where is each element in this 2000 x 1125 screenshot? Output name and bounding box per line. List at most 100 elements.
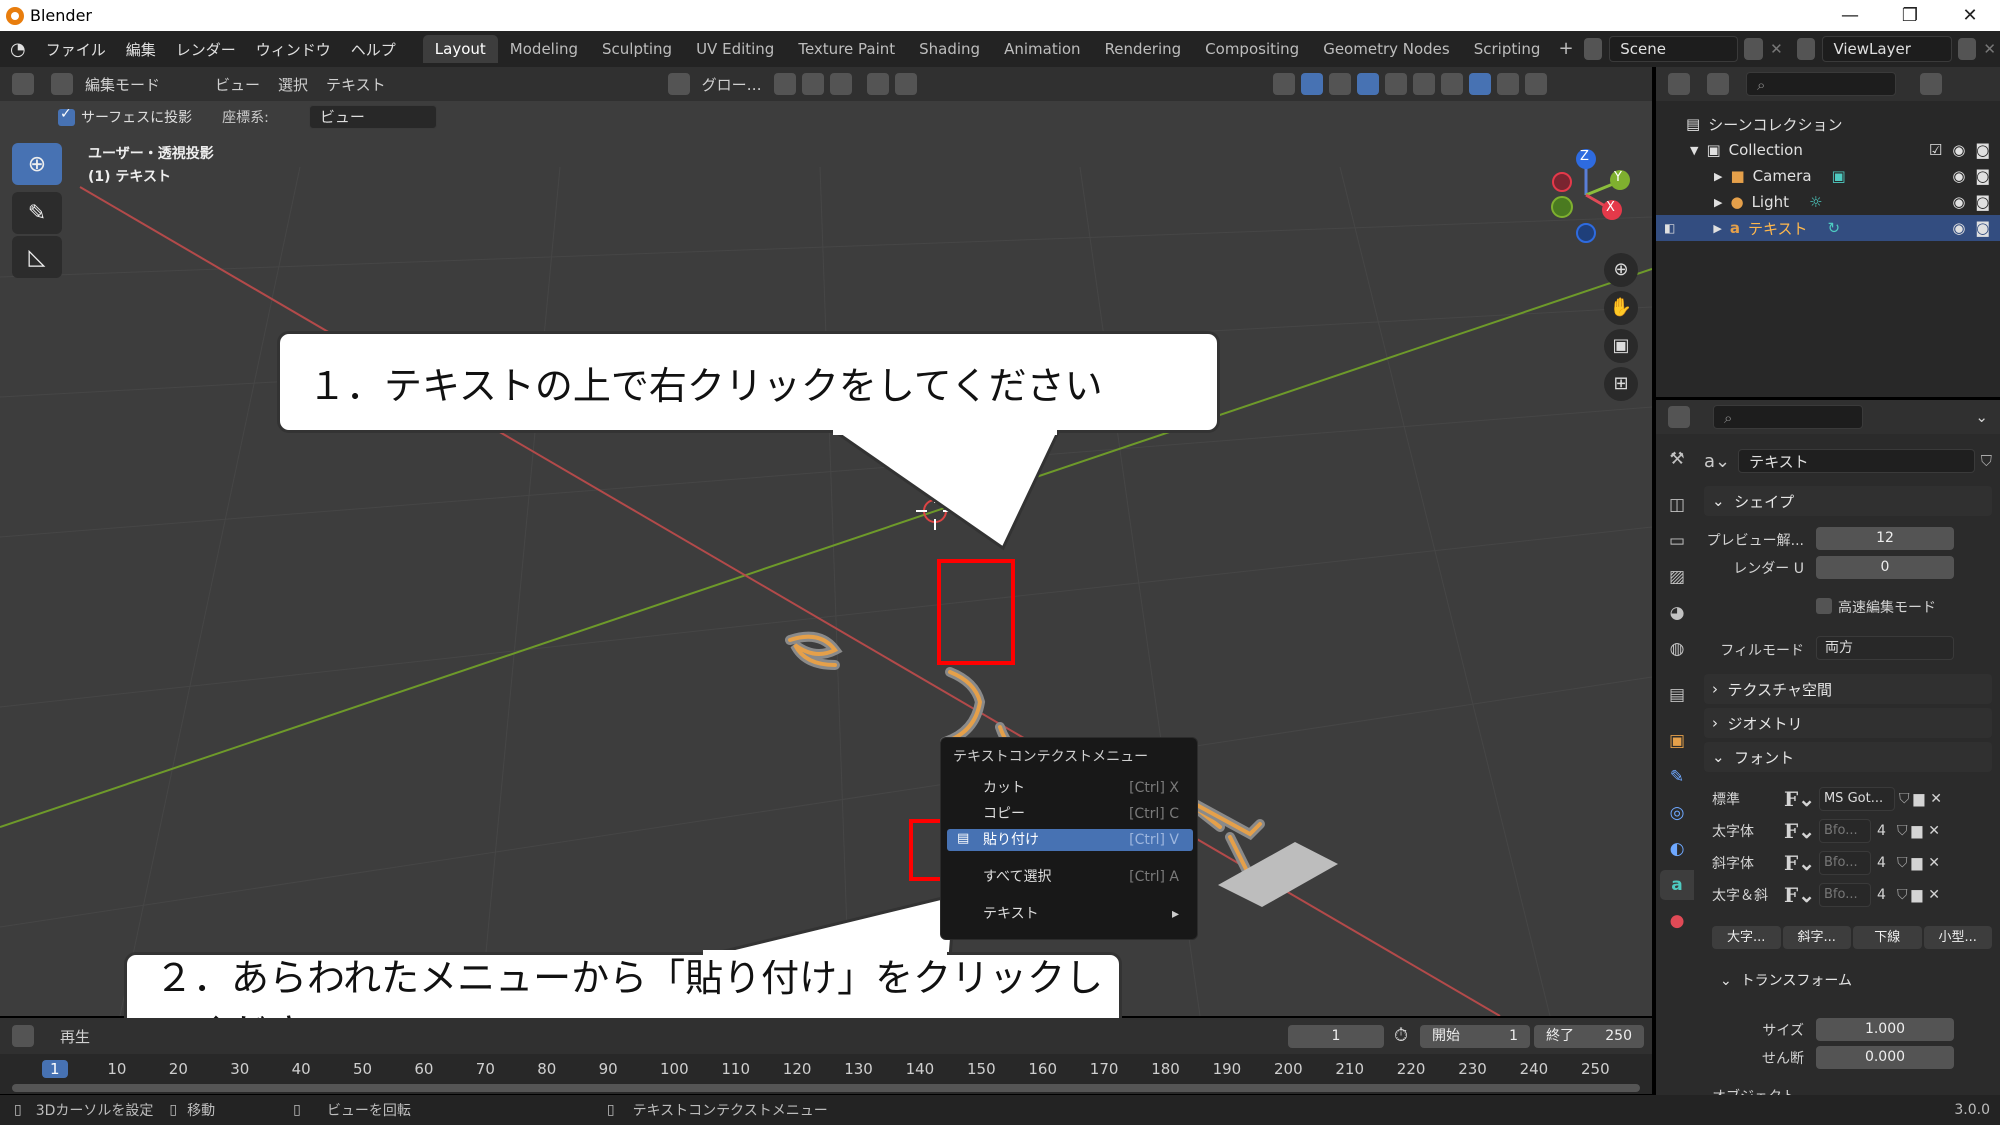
- timeline-editor-icon[interactable]: [12, 1025, 34, 1047]
- render-resolution-field[interactable]: 0: [1816, 556, 1954, 579]
- small-caps-style-button[interactable]: 小型...: [1923, 926, 1992, 949]
- panel-geometry[interactable]: › ジオメトリ: [1704, 708, 1992, 738]
- timeline-tick: 60: [414, 1060, 434, 1078]
- unlink-icon[interactable]: ✕: [1928, 823, 1940, 839]
- visibility-eye-icon[interactable]: ◉: [1952, 193, 1965, 211]
- outliner-collection[interactable]: ▼ ▣ Collection ☑ ◉ ◙: [1656, 137, 2000, 163]
- folder-icon[interactable]: ▆: [1911, 823, 1922, 839]
- stopwatch-icon[interactable]: ⏱: [1394, 1025, 1408, 1046]
- folder-icon[interactable]: ▆: [1913, 791, 1924, 807]
- menu-item-copy[interactable]: コピー [Ctrl] C: [947, 803, 1193, 825]
- timeline-tick: 170: [1089, 1060, 1119, 1078]
- unlink-icon[interactable]: ✕: [1930, 791, 1942, 807]
- timeline-scrollbar[interactable]: [12, 1084, 1640, 1092]
- properties-search[interactable]: ⌕: [1713, 405, 1863, 429]
- render-camera-icon[interactable]: ◙: [1975, 141, 1990, 159]
- current-frame-marker[interactable]: 1: [42, 1060, 68, 1078]
- font-row-bold[interactable]: 太字体 F⌄ Bfo... 4 ⛉ ▆ ✕: [1712, 818, 1992, 844]
- render-tab-icon[interactable]: ◫: [1660, 490, 1694, 520]
- visibility-eye-icon[interactable]: ◉: [1952, 219, 1965, 237]
- expand-arrow-icon[interactable]: ▶: [1714, 170, 1722, 183]
- fast-edit-checkbox[interactable]: [1816, 598, 1832, 614]
- text-context-menu[interactable]: テキストコンテクストメニュー カット [Ctrl] X コピー [Ctrl] C 貼…: [940, 737, 1198, 940]
- preview-resolution-field[interactable]: 12: [1816, 527, 1954, 550]
- playback-dropdown[interactable]: 再生: [51, 1026, 99, 1047]
- expand-chevron-icon[interactable]: ▼: [1690, 144, 1698, 157]
- shear-field[interactable]: 0.000: [1816, 1046, 1954, 1069]
- menu-item-cut[interactable]: カット [Ctrl] X: [947, 777, 1193, 799]
- outliner-camera[interactable]: ▶ ■ Camera ▣ ◉ ◙: [1656, 163, 2000, 189]
- physics-tab-icon[interactable]: ◐: [1660, 834, 1694, 864]
- font-row-italic[interactable]: 斜字体 F⌄ Bfo... 4 ⛉ ▆ ✕: [1712, 850, 1992, 876]
- menu-item-text-submenu[interactable]: テキスト ▸: [947, 903, 1193, 925]
- panel-font[interactable]: ⌄ フォント: [1704, 742, 1992, 772]
- folder-icon[interactable]: ▆: [1911, 887, 1922, 903]
- size-field[interactable]: 1.000: [1816, 1018, 1954, 1041]
- text-object-icon: a: [1729, 219, 1740, 237]
- timeline-tick: 120: [782, 1060, 812, 1078]
- object-tab-icon[interactable]: ▣: [1660, 726, 1694, 756]
- text-data-tab-icon[interactable]: a: [1660, 870, 1694, 900]
- render-camera-icon[interactable]: ◙: [1975, 193, 1990, 211]
- menu-item-paste[interactable]: 貼り付け [Ctrl] V: [947, 829, 1193, 851]
- world-tab-icon[interactable]: ◍: [1660, 634, 1694, 664]
- render-camera-icon[interactable]: ◙: [1975, 219, 1990, 237]
- panel-texture-space[interactable]: › テクスチャ空間: [1704, 674, 1992, 704]
- unlink-icon[interactable]: ✕: [1928, 855, 1940, 871]
- timeline[interactable]: 1 10 20 30 40 50 60 70 80 90 100 110 120 130 140 150 160…: [0, 1054, 1652, 1094]
- collection-tab-icon[interactable]: ▤: [1660, 680, 1694, 710]
- bold-style-button[interactable]: 大字...: [1712, 926, 1781, 949]
- properties-dropdown-icon[interactable]: ⌄: [1975, 408, 1988, 426]
- menu-item-select-all[interactable]: すべて選択 [Ctrl] A: [947, 866, 1193, 888]
- italic-style-button[interactable]: 斜字...: [1782, 926, 1851, 949]
- render-camera-icon[interactable]: ◙: [1975, 167, 1990, 185]
- shield-icon[interactable]: ⛉: [1897, 887, 1908, 903]
- start-frame-field[interactable]: 開始 1: [1420, 1025, 1530, 1048]
- expand-arrow-icon[interactable]: ▶: [1713, 222, 1721, 235]
- fill-mode-dropdown[interactable]: 両方: [1816, 636, 1954, 660]
- outliner[interactable]: ⌕ ▤ シーンコレクション ▼ ▣ Collection ☑ ◉ ◙ ▶ ■ C…: [1656, 67, 2000, 397]
- visibility-eye-icon[interactable]: ◉: [1952, 141, 1965, 159]
- shield-icon[interactable]: ⛉: [1899, 791, 1910, 807]
- material-tab-icon[interactable]: ●: [1660, 906, 1694, 936]
- panel-shape[interactable]: ⌄ シェイプ: [1704, 486, 1992, 516]
- display-mode-icon[interactable]: [1707, 73, 1729, 95]
- current-frame-field[interactable]: 1: [1288, 1025, 1384, 1048]
- data-block-row[interactable]: a⌄ テキスト ⛉: [1704, 448, 1992, 474]
- folder-icon[interactable]: ▆: [1911, 855, 1922, 871]
- properties-editor[interactable]: ⌕ ⌄ ⚒ ◫ ▭ ▨ ◕ ◍ ▤ ▣ ✎ ◎ ◐ a ● a⌄ テキスト ⛉ …: [1656, 400, 2000, 1105]
- expand-arrow-icon[interactable]: ▶: [1714, 196, 1722, 209]
- scene-tab-icon[interactable]: ◕: [1660, 598, 1694, 628]
- text-data-icon: a⌄: [1704, 450, 1731, 472]
- timeline-tick: 140: [905, 1060, 935, 1078]
- properties-editor-icon[interactable]: [1668, 406, 1690, 428]
- font-row-regular[interactable]: 標準 F⌄ MS Got... ⛉ ▆ ✕: [1712, 786, 1992, 812]
- visibility-eye-icon[interactable]: ◉: [1952, 167, 1965, 185]
- shield-icon[interactable]: ⛉: [1897, 823, 1908, 839]
- collection-checkbox-icon[interactable]: ☑: [1929, 141, 1942, 159]
- font-row-bold-italic[interactable]: 太字＆斜 F⌄ Bfo... 4 ⛉ ▆ ✕: [1712, 882, 1992, 908]
- tool-tab-icon[interactable]: ⚒: [1660, 444, 1694, 474]
- view-layer-tab-icon[interactable]: ▨: [1660, 562, 1694, 592]
- modifier-tab-icon[interactable]: ✎: [1660, 762, 1694, 792]
- outliner-scene-collection[interactable]: ▤ シーンコレクション: [1656, 111, 2000, 137]
- outliner-light[interactable]: ▶ ● Light ☼ ◉ ◙: [1656, 189, 2000, 215]
- text-data-icon: ↻: [1827, 219, 1841, 237]
- outliner-editor-icon[interactable]: [1668, 73, 1690, 95]
- status-set-cursor: 3Dカーソルを設定: [35, 1103, 154, 1119]
- font-style-buttons: 大字... 斜字... 下線 小型...: [1712, 926, 1992, 952]
- fake-user-shield-icon[interactable]: ⛉: [1981, 452, 1992, 470]
- outliner-header: ⌕: [1656, 67, 2000, 101]
- outliner-search[interactable]: ⌕: [1746, 72, 1896, 96]
- end-frame-field[interactable]: 終了 250: [1534, 1025, 1644, 1048]
- unlink-icon[interactable]: ✕: [1928, 887, 1940, 903]
- underline-style-button[interactable]: 下線: [1853, 926, 1922, 949]
- outliner-text-object[interactable]: ◧ ▶ a テキスト ↻ ◉ ◙: [1656, 215, 2000, 241]
- filter-icon[interactable]: [1920, 73, 1942, 95]
- panel-transform[interactable]: ⌄ トランスフォーム: [1720, 970, 1852, 990]
- output-tab-icon[interactable]: ▭: [1660, 526, 1694, 556]
- timeline-tick: 90: [598, 1060, 618, 1078]
- shield-icon[interactable]: ⛉: [1897, 855, 1908, 871]
- data-name-field[interactable]: テキスト: [1738, 449, 1975, 473]
- particles-tab-icon[interactable]: ◎: [1660, 798, 1694, 828]
